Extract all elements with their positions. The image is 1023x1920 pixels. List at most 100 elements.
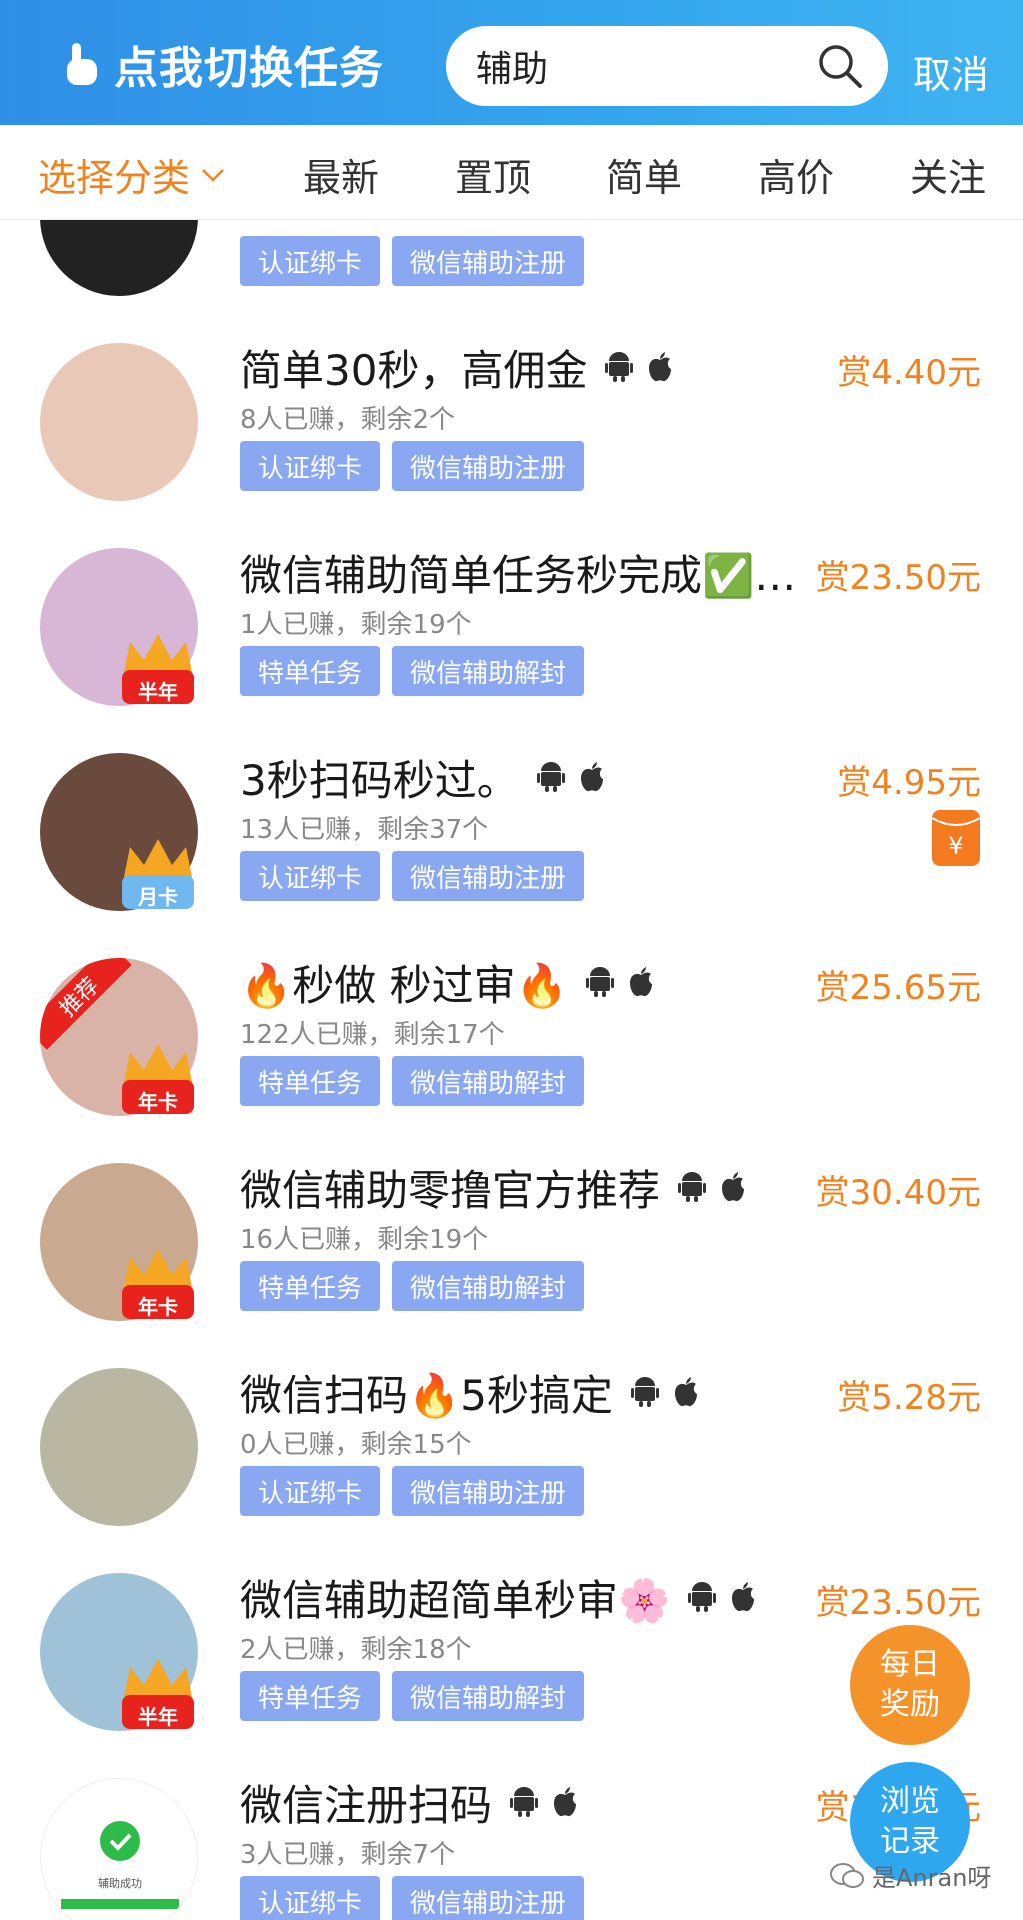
android-icon: [510, 1778, 539, 1827]
task-reward: 赏23.50元: [815, 1583, 981, 1623]
recommend-ribbon: 推荐: [40, 958, 132, 1050]
task-stats: 2人已赚，剩余18个: [240, 1635, 472, 1665]
red-packet-icon[interactable]: ¥: [931, 810, 981, 866]
tab-simple[interactable]: 简单: [606, 147, 682, 202]
apple-icon: [720, 1163, 746, 1212]
tag-chip: 微信辅助解封: [392, 1056, 585, 1106]
tag-group: 认证绑卡 微信辅助注册: [240, 851, 585, 901]
task-title[interactable]: 3秒扫码秒过。: [240, 747, 605, 808]
avatar[interactable]: [40, 343, 198, 501]
task-title[interactable]: 微信辅助简单任务秒完成✅…: [240, 542, 796, 603]
android-icon: [605, 343, 634, 392]
filter-tabs: 选择分类 最新 置顶 简单 高价 关注: [0, 125, 1023, 220]
tag-chip: 认证绑卡: [240, 441, 381, 491]
membership-crown-icon: 年卡: [118, 1243, 198, 1325]
task-reward: 赏4.95元: [837, 763, 981, 803]
task-title-text: 微信辅助超简单秒审🌸: [240, 1576, 671, 1625]
tag-chip: 认证绑卡: [240, 1876, 381, 1920]
task-title[interactable]: 🔥秒做 秒过审🔥: [240, 952, 654, 1013]
platform-icons: [536, 753, 605, 802]
cancel-button[interactable]: 取消: [913, 44, 989, 99]
tag-chip: 认证绑卡: [240, 236, 381, 286]
tab-high-price[interactable]: 高价: [758, 147, 834, 202]
membership-crown-icon: 年卡: [118, 1038, 198, 1120]
platform-icons: [605, 343, 673, 392]
daily-reward-line1: 每日: [880, 1647, 940, 1682]
task-stats: 122人已赚，剩余17个: [240, 1020, 505, 1050]
platform-icons: [688, 1573, 756, 1622]
tag-group: 认证绑卡 微信辅助注册: [240, 236, 585, 286]
list-item[interactable]: 微信扫码🔥5秒搞定 赏5.28元 0人已赚，剩余15个 认证绑卡 微信辅助注册: [0, 1350, 1023, 1555]
task-title[interactable]: 微信辅助零撸官方推荐: [240, 1157, 746, 1218]
tag-chip: 微信辅助解封: [392, 1261, 585, 1311]
tag-group: 特单任务 微信辅助解封: [240, 646, 585, 696]
tag-chip: 微信辅助注册: [392, 236, 585, 286]
android-icon: [678, 1163, 707, 1212]
tag-chip: 认证绑卡: [240, 851, 381, 901]
switch-task-button[interactable]: 点我切换任务: [62, 34, 384, 94]
list-item[interactable]: 推荐 年卡 🔥秒做 秒过审🔥 赏25.65元 122人已赚，剩余17个特单任务 微信辅助解…: [0, 940, 1023, 1145]
task-title[interactable]: 简单30秒，高佣金: [240, 337, 673, 398]
daily-reward-button[interactable]: 每日 奖励: [850, 1625, 970, 1745]
top-bar: 点我切换任务 辅助 取消: [0, 0, 1023, 125]
tag-group: 特单任务 微信辅助解封: [240, 1261, 585, 1311]
membership-crown-icon: 半年: [118, 1653, 198, 1735]
platform-icons: [631, 1368, 699, 1417]
list-item[interactable]: 半年 微信辅助简单任务秒完成✅… 赏23.50元 1人已赚，剩余19个 特单任务 微信辅助…: [0, 530, 1023, 735]
svg-text:¥: ¥: [948, 832, 963, 860]
chevron-down-icon: [202, 168, 224, 182]
task-title-text: 微信扫码🔥5秒搞定: [240, 1371, 614, 1420]
task-title[interactable]: 微信扫码🔥5秒搞定: [240, 1362, 699, 1423]
tag-group: 特单任务 微信辅助解封: [240, 1056, 585, 1106]
task-title[interactable]: 微信注册扫码: [240, 1772, 578, 1833]
task-reward: 赏23.50元: [815, 558, 981, 598]
apple-icon: [647, 343, 673, 392]
task-title-text: 3秒扫码秒过。: [240, 756, 519, 805]
search-query: 辅助: [476, 49, 549, 90]
tag-chip: 微信辅助注册: [392, 851, 585, 901]
search-icon[interactable]: [816, 42, 864, 90]
tab-category-label: 选择分类: [38, 156, 191, 200]
list-item[interactable]: 年卡 微信辅助零撸官方推荐 赏30.40元 16人已赚，剩余19个 特单任务 微信辅助解封: [0, 1145, 1023, 1350]
apple-icon: [673, 1368, 699, 1417]
tag-chip: 特单任务: [240, 1671, 381, 1721]
tag-group: 认证绑卡 微信辅助注册: [240, 441, 585, 491]
android-icon: [536, 753, 565, 802]
task-reward: 赏4.40元: [837, 353, 981, 393]
history-line2: 记录: [880, 1824, 940, 1859]
apple-icon: [730, 1573, 756, 1622]
watermark: 是Anran呀: [830, 1858, 991, 1893]
membership-badge-label: 年卡: [138, 1295, 178, 1319]
search-input[interactable]: 辅助: [446, 26, 888, 106]
wechat-icon: [830, 1862, 864, 1888]
task-stats: 0人已赚，剩余15个: [240, 1430, 472, 1460]
membership-badge-label: 半年: [138, 1705, 178, 1729]
task-reward: 赏25.65元: [815, 968, 981, 1008]
task-stats: 1人已赚，剩余19个: [240, 610, 472, 640]
task-title-text: 微信注册扫码: [240, 1781, 493, 1830]
list-item[interactable]: 月卡 3秒扫码秒过。 赏4.95元 13人已赚，剩余37个 认证绑卡 微信辅助注册: [0, 735, 1023, 940]
tag-chip: 微信辅助解封: [392, 1671, 585, 1721]
task-title[interactable]: 微信辅助超简单秒审🌸: [240, 1567, 756, 1628]
tab-follow[interactable]: 关注: [910, 147, 986, 202]
task-title-text: 简单30秒，高佣金: [240, 346, 588, 395]
avatar: [40, 220, 198, 296]
list-item[interactable]: 认证绑卡 微信辅助注册: [0, 220, 1023, 325]
membership-crown-icon: 月卡: [118, 833, 198, 915]
task-title-text: 🔥秒做 秒过审🔥: [240, 961, 568, 1010]
avatar[interactable]: [40, 1368, 198, 1526]
apple-icon: [579, 753, 605, 802]
tab-latest[interactable]: 最新: [303, 147, 379, 202]
hand-pointer-icon: [67, 43, 97, 85]
tag-group: 特单任务 微信辅助解封: [240, 1671, 585, 1721]
tab-pinned[interactable]: 置顶: [455, 147, 531, 202]
task-stats: 8人已赚，剩余2个: [240, 405, 456, 435]
platform-icons: [585, 958, 654, 1007]
tag-chip: 微信辅助注册: [392, 1876, 585, 1920]
avatar[interactable]: 辅助成功: [40, 1778, 198, 1920]
tag-chip: 特单任务: [240, 646, 381, 696]
tag-group: 认证绑卡 微信辅助注册: [240, 1466, 585, 1516]
tab-category[interactable]: 选择分类: [38, 147, 228, 202]
list-item[interactable]: 简单30秒，高佣金 赏4.40元 8人已赚，剩余2个认证绑卡 微信辅助注册: [0, 325, 1023, 530]
apple-icon: [552, 1778, 578, 1827]
